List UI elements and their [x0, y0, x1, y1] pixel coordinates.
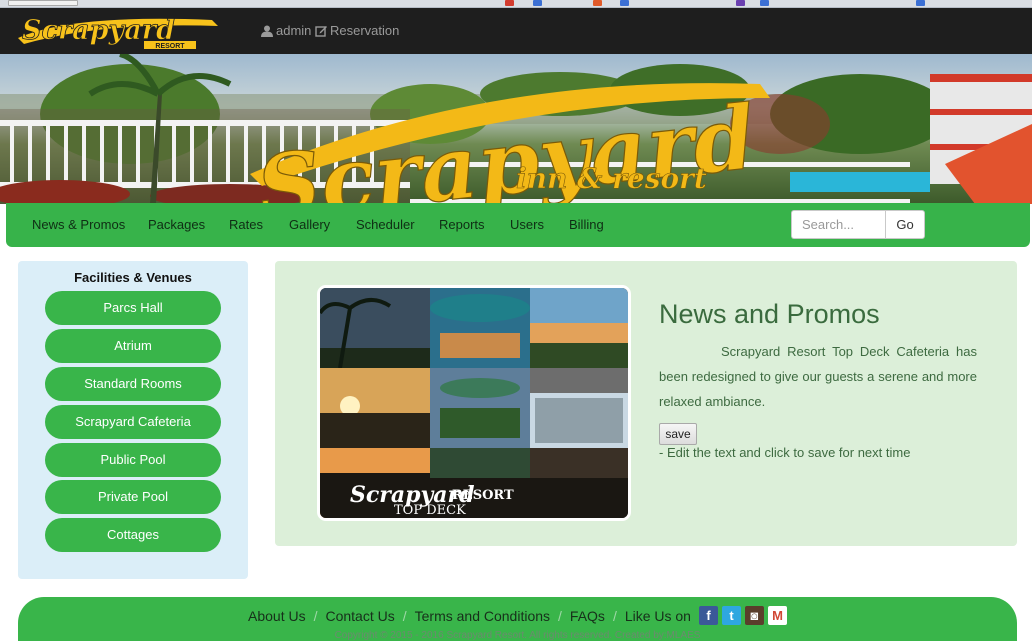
twitter-icon[interactable]: t — [721, 606, 741, 625]
collage-caption-top-deck: TOP DECK — [394, 503, 466, 518]
facility-button-public-pool[interactable]: Public Pool — [45, 443, 221, 477]
footer-link-contact-us[interactable]: Contact Us — [325, 608, 394, 624]
footer-separator: / — [612, 607, 617, 624]
footer-link-terms[interactable]: Terms and Conditions — [415, 608, 550, 624]
menu-item-news-promos[interactable]: News & Promos — [32, 217, 125, 232]
copyright-text: Copyright © 2015 - 2016 Scrapyard Resort… — [334, 630, 701, 641]
sidebar-title: Facilities & Venues — [74, 270, 192, 285]
browser-tab[interactable] — [8, 0, 78, 6]
scrapyard-logo[interactable]: Scrapyard RESORT — [12, 12, 224, 50]
menu-item-reports[interactable]: Reports — [439, 217, 485, 232]
facility-button-scrapyard-cafeteria[interactable]: Scrapyard Cafeteria — [45, 405, 221, 439]
facebook-icon[interactable]: f — [698, 606, 718, 625]
extension-icon[interactable] — [505, 0, 514, 6]
main-menu: News & Promos Packages Rates Gallery Sch… — [6, 203, 1030, 247]
menu-item-users[interactable]: Users — [510, 217, 544, 232]
extension-icon[interactable] — [620, 0, 629, 6]
collage-caption-resort: RESORT — [452, 488, 514, 503]
instagram-icon[interactable]: ◙ — [744, 606, 764, 625]
menu-item-billing[interactable]: Billing — [569, 217, 604, 232]
social-links: f t ◙ M — [698, 606, 787, 625]
banner-subtitle: inn & resort — [516, 162, 707, 195]
save-hint: - Edit the text and click to save for ne… — [659, 445, 911, 460]
user-icon — [261, 25, 273, 37]
footer-link-about-us[interactable]: About Us — [248, 608, 306, 624]
news-title: News and Promos — [659, 299, 880, 329]
footer-separator: / — [558, 607, 562, 624]
extension-icon[interactable] — [533, 0, 542, 6]
edit-icon — [315, 25, 327, 37]
facility-button-cottages[interactable]: Cottages — [45, 518, 221, 552]
facility-button-private-pool[interactable]: Private Pool — [45, 480, 221, 514]
logo-subtext: RESORT — [155, 43, 185, 50]
top-navbar: Scrapyard RESORT admin Reservation — [0, 8, 1032, 54]
go-button[interactable]: Go — [885, 210, 925, 239]
extension-icon[interactable] — [916, 0, 925, 6]
footer-separator: / — [402, 607, 407, 624]
footer-separator: / — [313, 607, 318, 624]
reservation-link[interactable]: Reservation — [315, 23, 399, 38]
browser-toolbar-strip — [0, 0, 1032, 8]
admin-link[interactable]: admin — [261, 23, 311, 38]
gmail-icon[interactable]: M — [767, 606, 787, 625]
footer-links: About Us / Contact Us / Terms and Condit… — [18, 606, 1017, 625]
footer: About Us / Contact Us / Terms and Condit… — [18, 597, 1017, 641]
extension-icon[interactable] — [736, 0, 745, 6]
facility-button-parcs-hall[interactable]: Parcs Hall — [45, 291, 221, 325]
menu-item-rates[interactable]: Rates — [229, 217, 263, 232]
extension-icon[interactable] — [593, 0, 602, 6]
facilities-sidebar: Facilities & Venues Parcs Hall Atrium St… — [18, 261, 248, 579]
reservation-label: Reservation — [330, 23, 400, 38]
news-body-text[interactable]: Scrapyard Resort Top Deck Cafeteria has … — [659, 339, 977, 414]
hero-banner: Scrapyard inn & resort — [0, 54, 1032, 204]
menu-item-scheduler[interactable]: Scheduler — [356, 217, 415, 232]
facility-button-standard-rooms[interactable]: Standard Rooms — [45, 367, 221, 401]
menu-item-packages[interactable]: Packages — [148, 217, 205, 232]
footer-link-faqs[interactable]: FAQs — [570, 608, 605, 624]
news-panel: Scrapyard RESORT TOP DECK News and Promo… — [275, 261, 1017, 546]
extension-icon[interactable] — [760, 0, 769, 6]
search-input[interactable] — [791, 210, 885, 239]
facility-button-atrium[interactable]: Atrium — [45, 329, 221, 363]
like-us-label: Like Us on — [624, 607, 691, 624]
top-deck-photo-collage: Scrapyard RESORT TOP DECK — [317, 285, 631, 521]
save-button[interactable]: save — [659, 423, 697, 445]
admin-label: admin — [276, 23, 312, 38]
menu-item-gallery[interactable]: Gallery — [289, 217, 330, 232]
